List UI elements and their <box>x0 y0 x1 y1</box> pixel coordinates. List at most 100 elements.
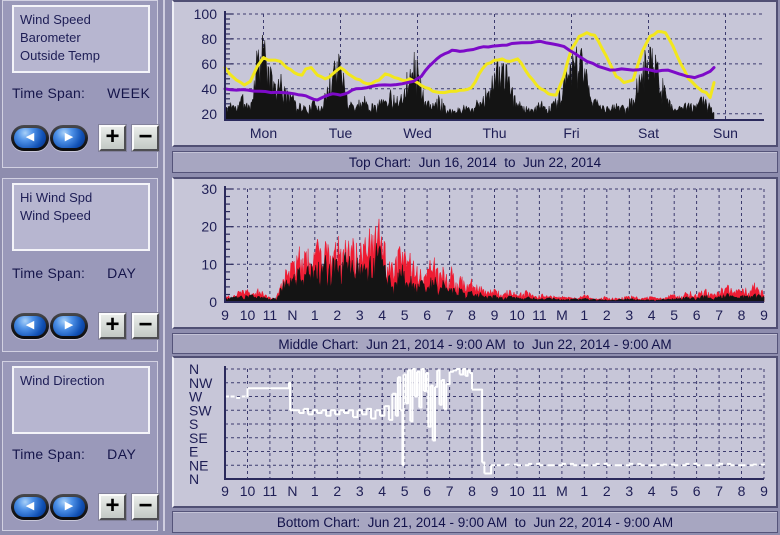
svg-text:9: 9 <box>760 307 768 323</box>
middle-button-row: ◀ ▶ + − <box>11 313 159 341</box>
svg-text:7: 7 <box>446 483 454 499</box>
minus-icon: − <box>138 311 152 338</box>
svg-text:80: 80 <box>201 31 217 47</box>
top-time-span: Time Span: WEEK <box>12 85 157 101</box>
middle-chart-plot: 010203091011N1234567891011M123456789 <box>174 179 776 327</box>
top-button-row: ◀ ▶ + − <box>11 125 159 153</box>
bottom-prev-button[interactable]: ◀ <box>11 494 49 520</box>
top-chart-legend[interactable]: Wind Speed Barometer Outside Temp <box>12 5 150 73</box>
legend-item-outside-temp: Outside Temp <box>20 47 148 65</box>
right-arrow-icon: ▶ <box>53 128 85 148</box>
bottom-chart: NNWWSWSSEENEN91011N1234567891011M1234567… <box>172 356 778 508</box>
svg-text:Sat: Sat <box>638 125 659 141</box>
middle-time-span: Time Span: DAY <box>12 265 157 281</box>
svg-text:Tue: Tue <box>329 125 353 141</box>
legend-item-wind-speed: Wind Speed <box>20 11 148 29</box>
middle-chart: 010203091011N1234567891011M123456789 <box>172 177 778 329</box>
svg-text:3: 3 <box>625 483 633 499</box>
top-prev-button[interactable]: ◀ <box>11 125 49 151</box>
middle-caption-text: Middle Chart: Jun 21, 2014 - 9:00 AM to … <box>278 334 671 352</box>
svg-text:M: M <box>556 483 568 499</box>
left-arrow-icon: ◀ <box>14 497 46 517</box>
right-arrow-icon: ▶ <box>53 316 85 336</box>
svg-text:5: 5 <box>401 483 409 499</box>
svg-text:5: 5 <box>670 307 678 323</box>
svg-text:60: 60 <box>201 56 217 72</box>
top-chart-plot: 20406080100MonTueWedThuFriSatSun <box>174 2 776 145</box>
svg-text:11: 11 <box>532 307 547 323</box>
prev-oval: ◀ <box>14 316 46 336</box>
svg-text:100: 100 <box>194 6 218 22</box>
middle-next-button[interactable]: ▶ <box>50 313 88 339</box>
middle-chart-legend[interactable]: Hi Wind Spd Wind Speed <box>12 183 150 251</box>
svg-text:6: 6 <box>423 307 431 323</box>
bottom-time-span: Time Span:DAY <box>12 446 157 462</box>
bottom-zoom-in-button[interactable]: + <box>99 494 126 520</box>
svg-text:3: 3 <box>356 307 364 323</box>
next-oval: ▶ <box>53 497 85 517</box>
svg-text:2: 2 <box>603 307 611 323</box>
svg-text:2: 2 <box>333 483 341 499</box>
bottom-chart-legend[interactable]: Wind Direction <box>12 366 150 434</box>
svg-text:N: N <box>189 471 199 487</box>
top-next-button[interactable]: ▶ <box>50 125 88 151</box>
bottom-next-button[interactable]: ▶ <box>50 494 88 520</box>
svg-text:2: 2 <box>333 307 341 323</box>
top-zoom-out-button[interactable]: − <box>132 125 159 151</box>
svg-text:1: 1 <box>580 307 588 323</box>
right-arrow-icon: ▶ <box>53 497 85 517</box>
svg-text:7: 7 <box>715 483 723 499</box>
svg-text:4: 4 <box>378 483 386 499</box>
prev-oval: ◀ <box>14 128 46 148</box>
svg-text:30: 30 <box>201 181 217 197</box>
middle-zoom-out-button[interactable]: − <box>132 313 159 339</box>
svg-text:20: 20 <box>201 106 217 122</box>
top-caption-text: Top Chart: Jun 16, 2014 to Jun 22, 2014 <box>349 152 601 170</box>
svg-text:9: 9 <box>491 307 499 323</box>
svg-text:N: N <box>287 307 297 323</box>
plus-icon: + <box>105 311 119 338</box>
middle-prev-button[interactable]: ◀ <box>11 313 49 339</box>
time-span-value: WEEK <box>107 85 150 101</box>
svg-text:11: 11 <box>532 483 547 499</box>
svg-text:3: 3 <box>625 307 633 323</box>
panel-chart-divider <box>163 0 165 531</box>
bottom-chart-controls-panel: Wind Direction Time Span:DAY ◀ ▶ + − <box>2 361 158 531</box>
svg-text:5: 5 <box>401 307 409 323</box>
bottom-caption-text: Bottom Chart: Jun 21, 2014 - 9:00 AM to … <box>277 512 673 530</box>
svg-text:10: 10 <box>240 483 256 499</box>
svg-text:20: 20 <box>201 219 217 235</box>
weather-charts-window: Wind Speed Barometer Outside Temp Time S… <box>0 0 780 535</box>
time-span-label: Time Span: <box>12 446 85 462</box>
plus-icon: + <box>105 123 119 150</box>
top-chart-caption: Top Chart: Jun 16, 2014 to Jun 22, 2014 <box>172 151 778 173</box>
next-oval: ▶ <box>53 316 85 336</box>
svg-text:10: 10 <box>509 307 525 323</box>
svg-text:4: 4 <box>378 307 386 323</box>
next-oval: ▶ <box>53 128 85 148</box>
middle-chart-controls-panel: Hi Wind Spd Wind Speed Time Span: DAY ◀ ▶… <box>2 178 158 352</box>
top-chart: 20406080100MonTueWedThuFriSatSun <box>172 0 778 147</box>
svg-text:9: 9 <box>760 483 768 499</box>
svg-text:6: 6 <box>423 483 431 499</box>
svg-text:N: N <box>287 483 297 499</box>
svg-text:8: 8 <box>468 483 476 499</box>
minus-icon: − <box>138 492 152 519</box>
top-zoom-in-button[interactable]: + <box>99 125 126 151</box>
svg-text:5: 5 <box>670 483 678 499</box>
svg-text:10: 10 <box>509 483 525 499</box>
top-chart-controls-panel: Wind Speed Barometer Outside Temp Time S… <box>2 0 158 168</box>
time-span-label: Time Span: <box>12 85 85 101</box>
bottom-zoom-out-button[interactable]: − <box>132 494 159 520</box>
svg-text:2: 2 <box>603 483 611 499</box>
bottom-chart-plot: NNWWSWSSEENEN91011N1234567891011M1234567… <box>174 358 776 506</box>
left-arrow-icon: ◀ <box>14 128 46 148</box>
time-span-value: DAY <box>107 265 136 281</box>
svg-text:11: 11 <box>263 307 278 323</box>
svg-text:1: 1 <box>580 483 588 499</box>
svg-text:M: M <box>556 307 568 323</box>
middle-zoom-in-button[interactable]: + <box>99 313 126 339</box>
time-span-label: Time Span: <box>12 265 85 281</box>
svg-text:8: 8 <box>738 483 746 499</box>
svg-text:Sun: Sun <box>713 125 738 141</box>
